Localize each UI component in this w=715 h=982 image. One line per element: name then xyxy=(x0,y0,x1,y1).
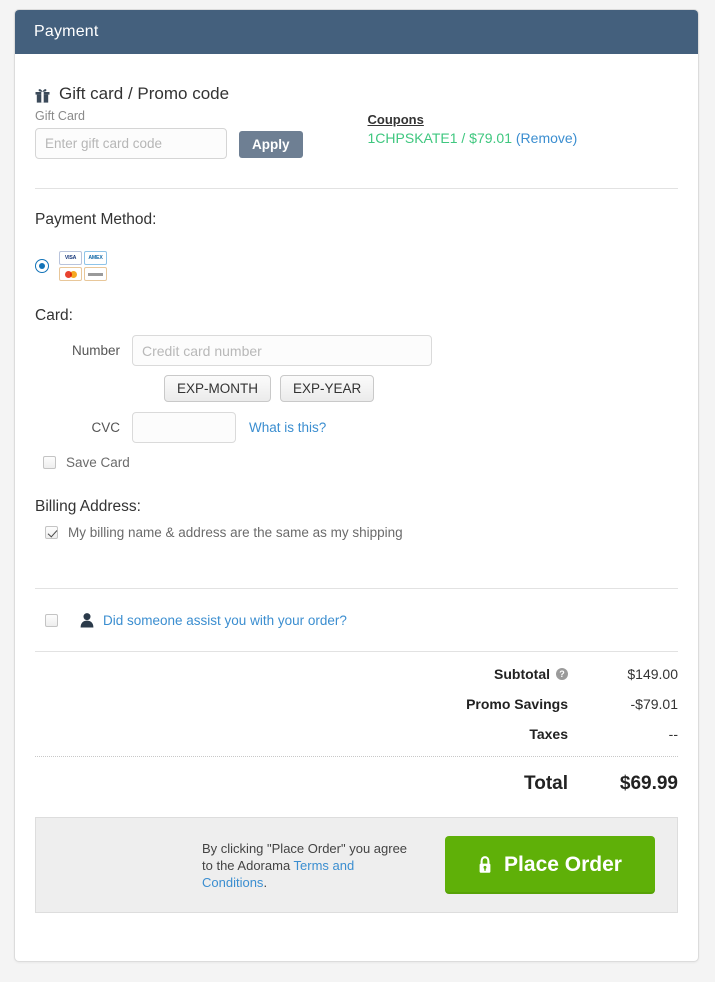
promo-savings-label: Promo Savings xyxy=(466,696,568,712)
save-card-label: Save Card xyxy=(66,455,130,470)
panel-header: Payment xyxy=(15,10,698,54)
gift-card-input[interactable] xyxy=(35,128,227,159)
apply-button[interactable]: Apply xyxy=(239,131,303,158)
taxes-label: Taxes xyxy=(529,726,568,742)
coupons-block: Coupons 1CHPSKATE1 / $79.01 (Remove) xyxy=(368,112,578,146)
assist-row[interactable]: Did someone assist you with your order? xyxy=(35,589,678,651)
subtotal-help-icon[interactable]: ? xyxy=(556,668,568,680)
panel-body: Gift card / Promo code Gift Card Apply C… xyxy=(15,54,698,913)
payment-panel: Payment Gift card / Promo code Gift Card xyxy=(14,9,699,962)
card-title: Card: xyxy=(35,307,73,324)
subtotal-value: $149.00 xyxy=(627,666,678,682)
table-row: Promo Savings -$79.01 xyxy=(35,696,678,712)
coupon-applied-row: 1CHPSKATE1 / $79.01 (Remove) xyxy=(368,130,578,146)
accepted-card-logos: VISA AMEX xyxy=(59,251,107,281)
terms-suffix: . xyxy=(263,874,268,890)
discover-logo xyxy=(84,267,107,281)
card-section: Card: Number EXP-MONTH EXP-YEAR CVC What… xyxy=(35,307,678,470)
assist-checkbox[interactable] xyxy=(45,613,58,627)
table-row: Taxes -- xyxy=(35,726,678,742)
taxes-value: -- xyxy=(668,726,678,742)
billing-same-as-shipping-checkbox[interactable] xyxy=(45,526,58,539)
exp-year-select[interactable]: EXP-YEAR xyxy=(280,375,375,402)
page-title: Payment xyxy=(34,23,99,40)
giftcard-field-label: Gift Card xyxy=(35,109,86,123)
card-number-input[interactable] xyxy=(132,335,432,366)
giftcard-section: Gift card / Promo code Gift Card Apply C… xyxy=(35,54,678,162)
card-number-label: Number xyxy=(71,343,120,358)
what-is-this-link[interactable]: What is this? xyxy=(249,420,326,435)
credit-card-radio[interactable] xyxy=(35,259,49,273)
assist-link[interactable]: Did someone assist you with your order? xyxy=(103,613,347,628)
mastercard-logo xyxy=(59,267,82,281)
subtotal-label-text: Subtotal xyxy=(494,666,550,682)
billing-address-title: Billing Address: xyxy=(35,498,141,515)
billing-same-as-shipping-label: My billing name & address are the same a… xyxy=(68,525,403,540)
billing-address-section: Billing Address: My billing name & addre… xyxy=(35,498,678,540)
save-card-row[interactable]: Save Card xyxy=(35,455,678,470)
totals-section: Subtotal ? $149.00 Promo Savings -$79.01… xyxy=(35,652,678,795)
person-icon xyxy=(79,612,95,628)
amex-logo: AMEX xyxy=(84,251,107,265)
table-row: Subtotal ? $149.00 xyxy=(35,666,678,682)
lock-icon xyxy=(478,856,492,874)
coupon-remove-link[interactable]: (Remove) xyxy=(516,130,577,146)
promo-savings-value: -$79.01 xyxy=(630,696,678,712)
place-order-button-label: Place Order xyxy=(504,853,622,876)
gift-icon xyxy=(35,87,50,103)
giftcard-heading-label: Gift card / Promo code xyxy=(59,84,230,103)
subtotal-label: Subtotal ? xyxy=(494,666,568,682)
place-order-box: By clicking "Place Order" you agree to t… xyxy=(35,817,678,913)
coupon-code: 1CHPSKATE1 / $79.01 xyxy=(367,130,512,146)
card-expiry-row: EXP-MONTH EXP-YEAR xyxy=(35,375,678,402)
card-number-row: Number xyxy=(35,335,678,366)
terms-agreement-text: By clicking "Place Order" you agree to t… xyxy=(202,840,417,891)
giftcard-heading: Gift card / Promo code xyxy=(35,84,678,104)
payment-method-section: Payment Method: VISA AMEX xyxy=(35,189,678,281)
exp-month-select[interactable]: EXP-MONTH xyxy=(164,375,271,402)
billing-same-as-shipping-row[interactable]: My billing name & address are the same a… xyxy=(35,525,678,540)
coupons-title: Coupons xyxy=(367,112,424,127)
visa-logo: VISA xyxy=(59,251,82,265)
place-order-button[interactable]: Place Order xyxy=(445,836,655,894)
cvc-label: CVC xyxy=(91,420,120,435)
grand-total-label: Total xyxy=(524,773,568,794)
grand-total-value: $69.99 xyxy=(619,773,678,794)
payment-method-title: Payment Method: xyxy=(35,211,157,228)
divider-before-grand-total xyxy=(35,756,678,757)
cvc-row: CVC What is this? xyxy=(35,412,678,443)
grand-total-row: Total $69.99 xyxy=(35,773,678,795)
cvc-input[interactable] xyxy=(132,412,236,443)
payment-method-option-credit-card[interactable]: VISA AMEX xyxy=(35,251,678,281)
save-card-checkbox[interactable] xyxy=(43,456,56,469)
giftcard-row: Apply Coupons 1CHPSKATE1 / $79.01 (Remov… xyxy=(35,112,678,162)
